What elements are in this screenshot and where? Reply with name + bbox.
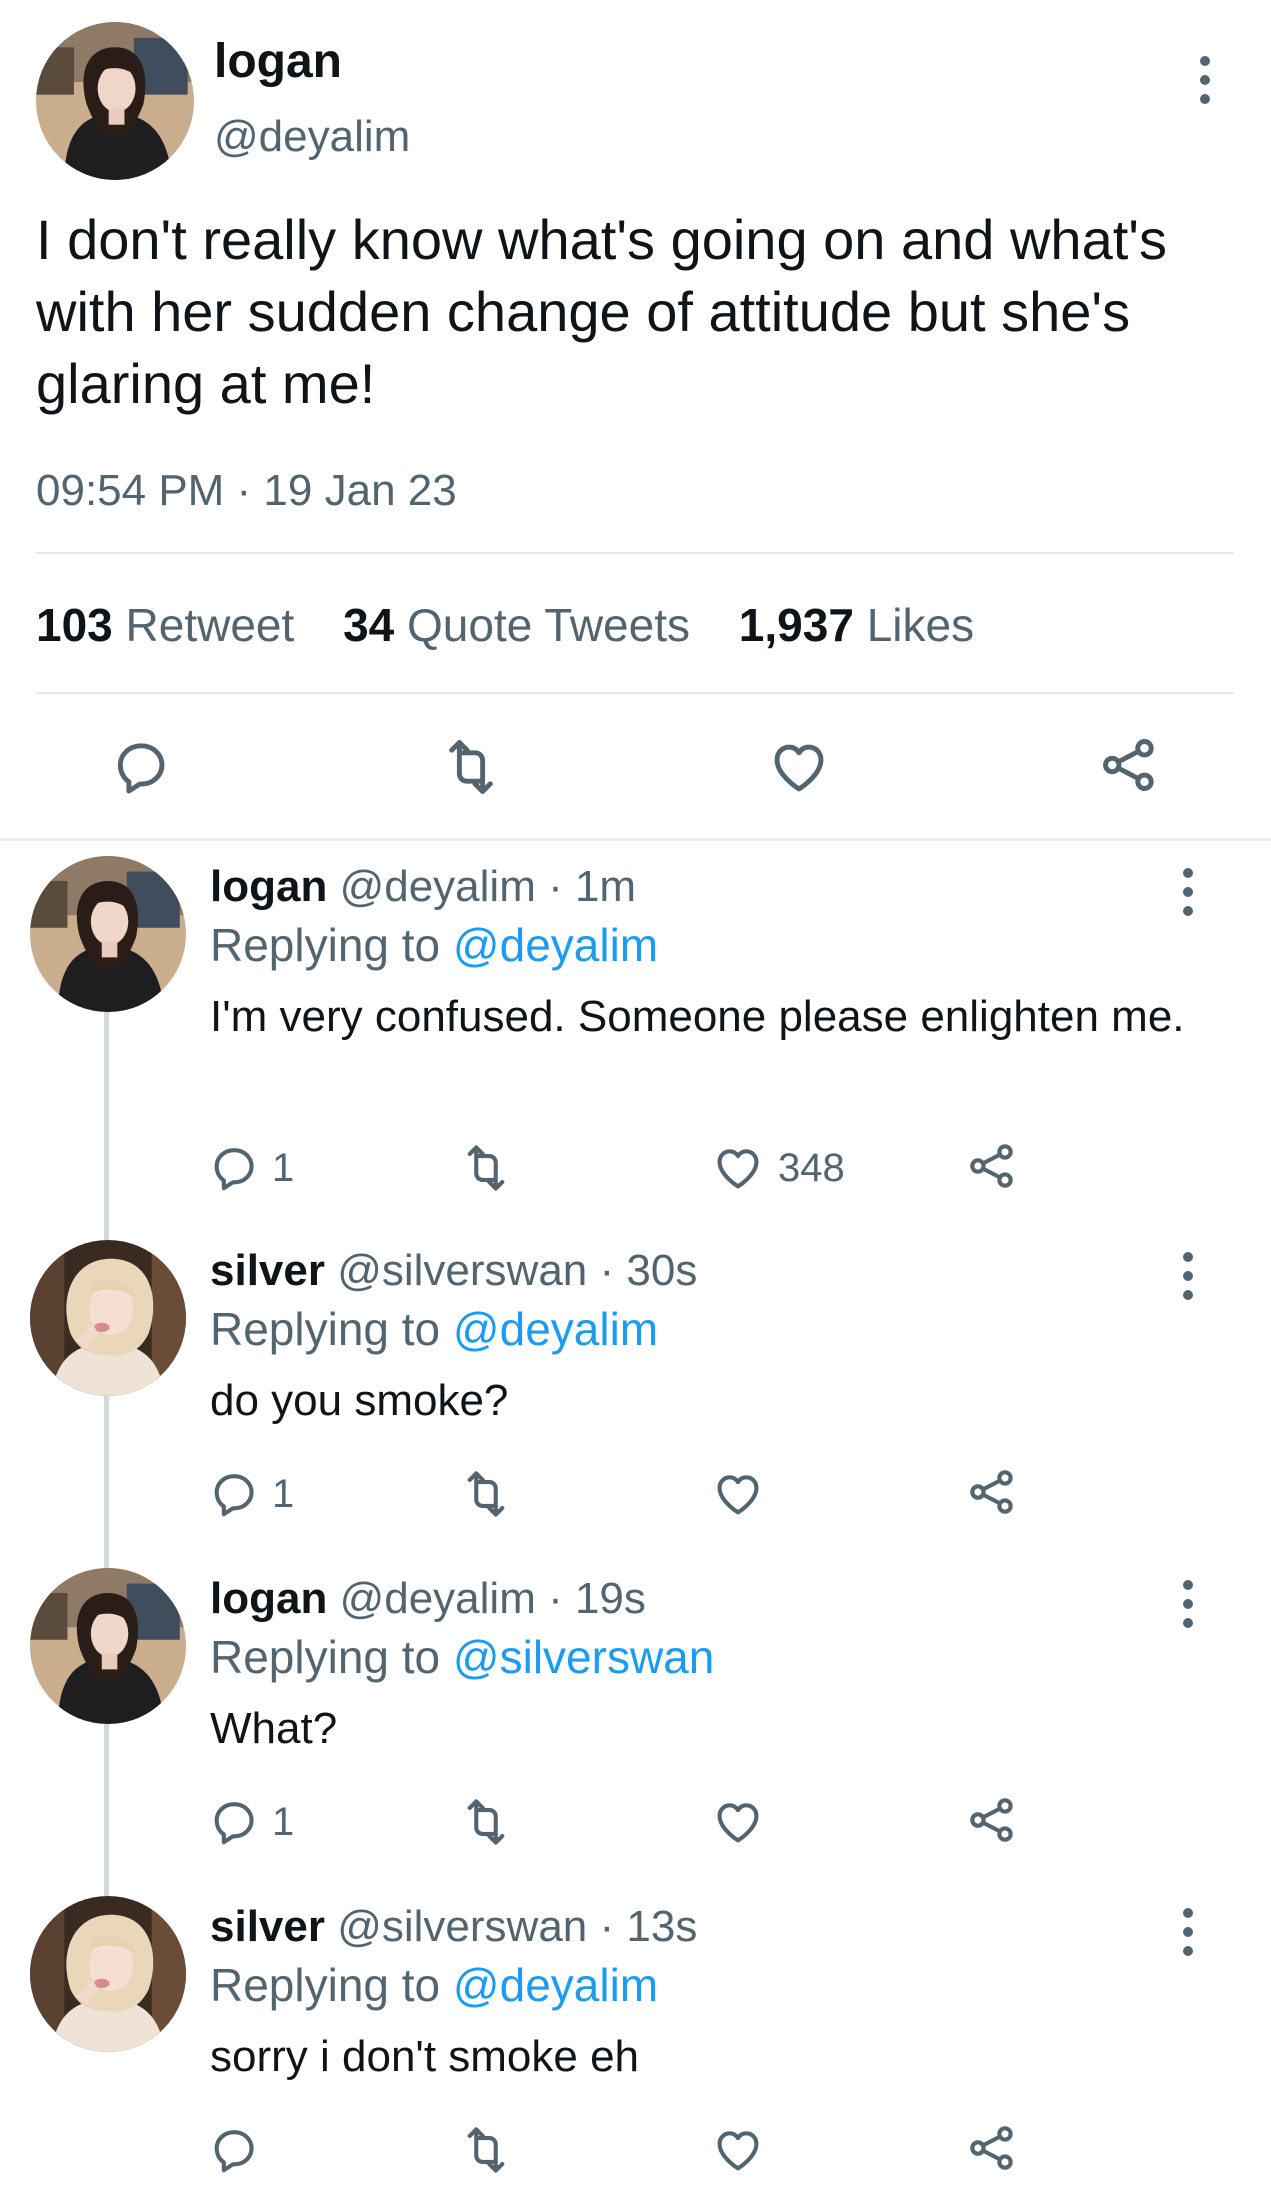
divider [36,692,1234,694]
replying-to: Replying to @deyalim [210,1958,658,2012]
quotes-count: 34 [343,599,395,651]
display-name[interactable]: logan [214,34,342,89]
tweet-text: I don't really know what's going on and … [36,208,1167,415]
share-icon[interactable] [966,2122,1018,2174]
reply-icon[interactable] [208,2124,260,2176]
avatar[interactable] [30,1568,186,1724]
more-options-icon[interactable] [1183,1908,1195,1965]
retweets-count: 103 [36,599,113,651]
replying-prefix: Replying to [210,1959,441,2011]
divider [0,838,1271,841]
reply-icon[interactable] [208,1468,260,1520]
reply-text: What? [210,1704,338,1753]
share-icon[interactable] [966,1466,1018,1518]
handle[interactable]: @deyalim [340,1574,536,1623]
like-count: 348 [778,1146,845,1190]
tweet-stats: 103 Retweet 34 Quote Tweets 1,937 Likes [36,598,1010,652]
retweet-icon[interactable] [460,1796,512,1848]
replying-to: Replying to @deyalim [210,918,658,972]
thread-line [104,1722,109,1898]
likes-count: 1,937 [738,599,854,651]
retweet-icon[interactable] [440,736,502,798]
replying-prefix: Replying to [210,919,441,971]
reply-count: 1 [272,1472,295,1516]
retweets-stat[interactable]: 103 Retweet [36,599,294,651]
retweet-icon[interactable] [460,1142,512,1194]
time[interactable]: · 1m [548,862,636,911]
likes-label: Likes [866,599,975,651]
avatar[interactable] [30,1896,186,2052]
replying-prefix: Replying to [210,1631,441,1683]
handle[interactable]: @silverswan [337,1902,587,1951]
heart-icon[interactable] [712,2124,764,2176]
heart-icon[interactable] [712,1796,764,1848]
replying-to: Replying to @deyalim [210,1302,658,1356]
reply-header: logan @deyalim · 1m [210,862,636,912]
handle[interactable]: @deyalim [340,862,536,911]
share-icon[interactable] [966,1140,1018,1192]
heart-icon[interactable] [768,736,830,798]
avatar[interactable] [36,22,194,180]
retweets-label: Retweet [125,599,295,651]
heart-icon[interactable] [712,1142,764,1194]
display-name[interactable]: logan [210,862,327,911]
quotes-stat[interactable]: 34 Quote Tweets [343,599,690,651]
reply-count: 1 [272,1800,295,1844]
replying-to: Replying to @silverswan [210,1630,714,1684]
display-name[interactable]: silver [210,1902,325,1951]
quotes-label: Quote Tweets [407,599,691,651]
more-options-icon[interactable] [1183,868,1195,925]
more-options-icon[interactable] [1200,56,1212,113]
retweet-icon[interactable] [460,2124,512,2176]
likes-stat[interactable]: 1,937 Likes [739,599,974,651]
reply-header: logan @deyalim · 19s [210,1574,646,1624]
share-icon[interactable] [966,1794,1018,1846]
handle[interactable]: @deyalim [214,112,410,162]
replying-link[interactable]: @silverswan [453,1631,714,1683]
share-icon[interactable] [1098,734,1160,796]
handle[interactable]: @silverswan [337,1246,587,1295]
reply-icon[interactable] [208,1142,260,1194]
replying-link[interactable]: @deyalim [453,1959,658,2011]
reply-text: do you smoke? [210,1376,509,1425]
heart-icon[interactable] [712,1468,764,1520]
time[interactable]: · 30s [600,1246,698,1295]
time[interactable]: · 19s [548,1574,646,1623]
avatar[interactable] [30,1240,186,1396]
divider [36,552,1234,554]
timestamp[interactable]: 09:54 PM · 19 Jan 23 [36,466,457,516]
reply-text: sorry i don't smoke eh [210,2032,640,2081]
reply-count: 1 [272,1146,295,1190]
reply-header: silver @silverswan · 30s [210,1246,697,1296]
reply-text: I'm very confused. Someone please enligh… [210,992,1185,1041]
reply-header: silver @silverswan · 13s [210,1902,697,1952]
display-name[interactable]: logan [210,1574,327,1623]
thread-line [104,1394,109,1570]
time[interactable]: · 13s [600,1902,698,1951]
retweet-icon[interactable] [460,1468,512,1520]
more-options-icon[interactable] [1183,1252,1195,1309]
replying-link[interactable]: @deyalim [453,1303,658,1355]
reply-icon[interactable] [110,736,172,798]
reply-icon[interactable] [208,1796,260,1848]
replying-link[interactable]: @deyalim [453,919,658,971]
more-options-icon[interactable] [1183,1580,1195,1637]
replying-prefix: Replying to [210,1303,441,1355]
display-name[interactable]: silver [210,1246,325,1295]
thread-line [104,1012,109,1242]
avatar[interactable] [30,856,186,1012]
